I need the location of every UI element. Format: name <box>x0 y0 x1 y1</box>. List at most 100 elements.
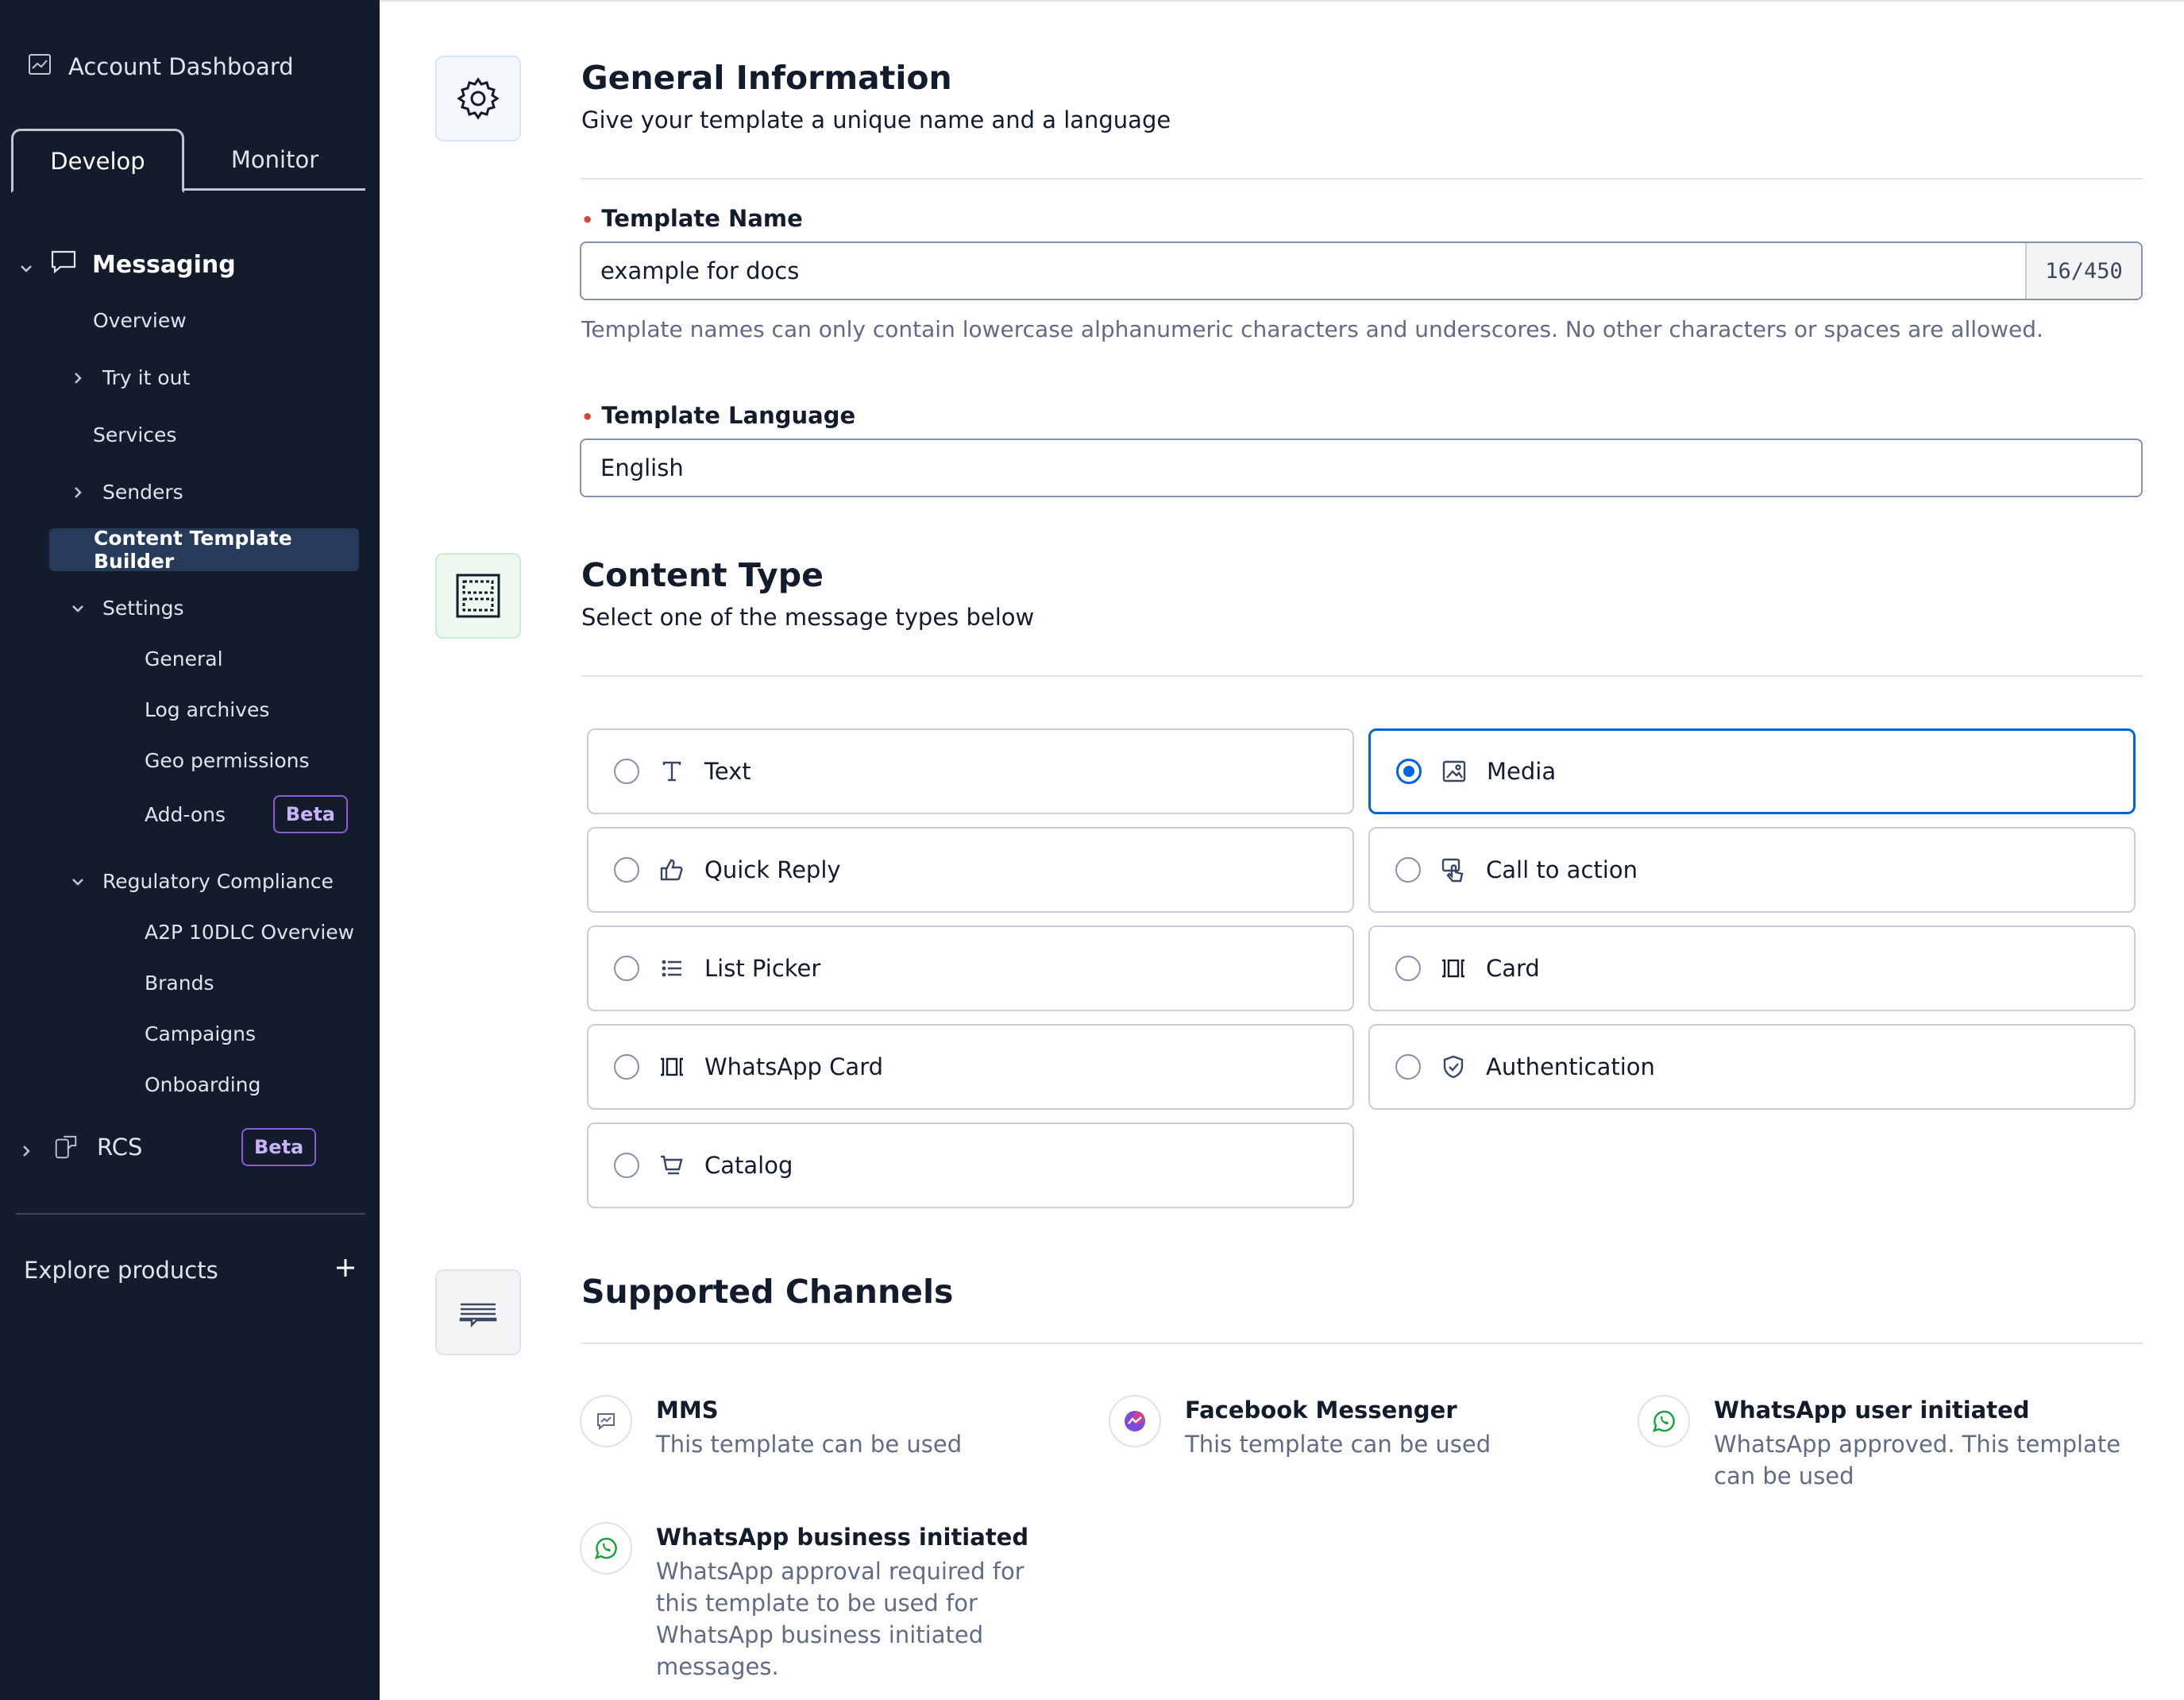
channel-whatsapp-business-initiated: WhatsApp business initiated WhatsApp app… <box>580 1520 1072 1683</box>
radio-button[interactable] <box>1395 956 1421 981</box>
card-icon <box>1440 955 1467 982</box>
supported-channels-title: Supported Channels <box>581 1273 954 1311</box>
sidebar-item-settings[interactable]: Settings <box>69 594 184 621</box>
content-type-option-whatsapp-card[interactable]: WhatsApp Card <box>587 1024 1354 1110</box>
radio-button[interactable] <box>614 956 639 981</box>
sidebar-item-log-archives[interactable]: Log archives <box>145 696 269 723</box>
tab-monitor[interactable]: Monitor <box>184 129 365 191</box>
sidebar-item-regulatory-compliance[interactable]: Regulatory Compliance <box>69 867 334 894</box>
template-name-label-text: Template Name <box>601 205 803 232</box>
content-type-option-media[interactable]: Media <box>1368 728 2136 814</box>
template-language-field[interactable]: English <box>580 439 2143 497</box>
channel-mms: MMS This template can be used <box>580 1393 1072 1460</box>
message-lines-icon <box>459 1303 497 1328</box>
content-type-title: Content Type <box>581 556 824 594</box>
sidebar-item-label: A2P 10DLC Overview <box>145 920 355 944</box>
channel-name: WhatsApp business initiated <box>656 1524 1029 1551</box>
whatsapp-icon <box>1638 1395 1690 1447</box>
channel-name: MMS <box>656 1397 719 1424</box>
radio-button[interactable] <box>614 1153 639 1178</box>
template-name-help-text: Template names can only contain lowercas… <box>581 316 2043 342</box>
cart-icon <box>658 1152 685 1179</box>
sidebar-item-label: Messaging <box>92 250 236 279</box>
sidebar-item-label: Content Template Builder <box>94 527 292 573</box>
sidebar-item-label: Campaigns <box>145 1022 257 1045</box>
sidebar-item-a2p-10dlc-overview[interactable]: A2P 10DLC Overview <box>145 918 354 945</box>
divider <box>581 1343 2143 1344</box>
general-information-subtitle: Give your template a unique name and a l… <box>581 106 1171 133</box>
text-icon <box>658 758 685 785</box>
explore-products-label: Explore products <box>24 1257 218 1284</box>
sidebar-item-campaigns[interactable]: Campaigns <box>145 1020 256 1047</box>
content-type-option-list-picker[interactable]: List Picker <box>587 925 1354 1011</box>
sidebar-item-services[interactable]: Services <box>93 421 176 448</box>
chevron-down-icon <box>17 256 35 273</box>
divider <box>581 675 2143 677</box>
sidebar-item-try-it-out[interactable]: Try it out <box>69 364 190 391</box>
sidebar-item-label: Overview <box>93 308 187 332</box>
template-language-label: • Template Language <box>581 402 855 429</box>
sidebar-tabs: Develop Monitor <box>11 129 365 193</box>
explore-products-button[interactable]: Explore products <box>24 1254 357 1287</box>
channel-name: WhatsApp user initiated <box>1714 1397 2030 1424</box>
sidebar-item-label: Brands <box>145 971 214 995</box>
beta-badge: Beta <box>272 795 348 833</box>
sidebar-item-senders[interactable]: Senders <box>69 478 183 505</box>
radio-button[interactable] <box>1395 857 1421 883</box>
content-type-subtitle: Select one of the message types below <box>581 604 1035 631</box>
tap-icon <box>1440 856 1467 883</box>
sidebar-item-brands[interactable]: Brands <box>145 969 214 996</box>
mms-icon <box>580 1395 632 1447</box>
content-type-option-quick-reply[interactable]: Quick Reply <box>587 827 1354 913</box>
sidebar-item-label: Geo permissions <box>145 748 310 772</box>
radio-button[interactable] <box>614 857 639 883</box>
gear-icon <box>457 77 500 120</box>
option-label: Text <box>704 758 751 785</box>
content-type-option-card[interactable]: Card <box>1368 925 2136 1011</box>
radio-button-selected[interactable] <box>1396 759 1422 784</box>
beta-badge: Beta <box>241 1128 317 1166</box>
sidebar-item-label: Try it out <box>102 365 191 389</box>
sidebar-item-label: Onboarding <box>145 1072 261 1096</box>
sidebar: Account Dashboard Develop Monitor Messag… <box>0 0 380 1700</box>
channel-facebook-messenger: Facebook Messenger This template can be … <box>1109 1393 1601 1460</box>
sidebar-item-rcs[interactable]: RCS Beta <box>17 1128 317 1166</box>
sidebar-item-add-ons[interactable]: Add-ons Beta <box>145 795 348 833</box>
sidebar-item-label: Add-ons <box>145 802 226 826</box>
sidebar-item-overview[interactable]: Overview <box>93 307 187 334</box>
content-type-option-catalog[interactable]: Catalog <box>587 1122 1354 1208</box>
option-label: Authentication <box>1486 1053 1655 1080</box>
sidebar-item-label: Regulatory Compliance <box>102 869 334 893</box>
channel-description: WhatsApp approval required for this temp… <box>656 1558 1024 1680</box>
required-indicator: • <box>581 209 594 231</box>
sidebar-item-content-template-builder[interactable]: Content Template Builder <box>49 527 359 573</box>
sidebar-item-label: General <box>145 647 223 670</box>
content-type-option-authentication[interactable]: Authentication <box>1368 1024 2136 1110</box>
radio-button[interactable] <box>1395 1054 1421 1080</box>
image-icon <box>1441 758 1468 785</box>
option-label: Catalog <box>704 1152 793 1179</box>
chart-icon <box>27 52 52 83</box>
template-name-field[interactable]: example for docs 16/450 <box>580 241 2143 300</box>
content-type-option-text[interactable]: Text <box>587 728 1354 814</box>
chevron-right-icon <box>69 369 87 386</box>
option-label: WhatsApp Card <box>704 1053 884 1080</box>
channel-description: This template can be used <box>1185 1431 1491 1458</box>
chevron-right-icon <box>17 1138 35 1157</box>
account-dashboard-link[interactable]: Account Dashboard <box>27 51 294 83</box>
option-label: Card <box>1486 955 1540 982</box>
sidebar-item-label: Senders <box>102 480 183 504</box>
sidebar-item-label: RCS <box>97 1134 143 1161</box>
tab-develop[interactable]: Develop <box>11 129 184 193</box>
sidebar-item-onboarding[interactable]: Onboarding <box>145 1071 260 1098</box>
card-icon <box>658 1053 685 1080</box>
radio-button[interactable] <box>614 759 639 784</box>
sidebar-item-messaging[interactable]: Messaging <box>17 248 236 281</box>
radio-button[interactable] <box>614 1054 639 1080</box>
sidebar-item-geo-permissions[interactable]: Geo permissions <box>145 747 310 774</box>
sidebar-item-general[interactable]: General <box>145 645 223 672</box>
template-name-label: • Template Name <box>581 205 803 232</box>
plus-icon <box>334 1256 357 1285</box>
content-type-option-call-to-action[interactable]: Call to action <box>1368 827 2136 913</box>
channel-description: This template can be used <box>656 1431 963 1458</box>
